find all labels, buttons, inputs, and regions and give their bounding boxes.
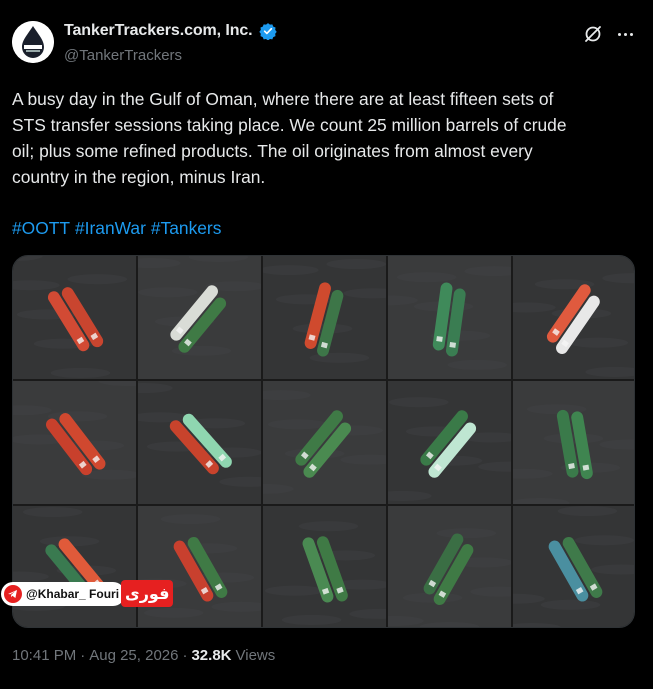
meta-separator: · [80,647,86,664]
satellite-tile [138,256,261,379]
satellite-tile [13,506,136,627]
tweet-text: A busy day in the Gulf of Oman, where th… [12,89,567,187]
author-handle[interactable]: @TankerTrackers [64,47,182,64]
watermark-logo: فوری [121,580,174,607]
verified-badge-icon [258,23,277,40]
hashtag-link[interactable]: #Tankers [151,215,222,241]
grok-icon[interactable] [583,24,603,44]
more-options-icon[interactable] [614,24,636,44]
satellite-tile [513,256,634,379]
tweet-time[interactable]: 10:41 PM [12,647,76,664]
meta-separator: · [182,647,188,664]
watermark-pill: @Khabar_ Fouri [1,581,126,606]
satellite-tile [388,381,511,504]
droplet-logo-icon [12,21,54,63]
satellite-tile [13,381,136,504]
watermark: @Khabar_ Fouri فوری [1,580,174,607]
satellite-tile [263,506,386,627]
author-name-row[interactable]: TankerTrackers.com, Inc. [64,22,277,40]
hashtag-link[interactable]: #OOTT [12,215,70,241]
views-count: 32.8K [191,647,232,664]
satellite-tile [388,256,511,379]
satellite-tile [13,256,136,379]
hashtags: #OOTT #IranWar #Tankers [12,215,221,241]
tweet-meta: 10:41 PM · Aug 25, 2026 · 32.8K Views [12,647,275,664]
satellite-tile [513,506,634,627]
tweet-media-image[interactable] [12,255,635,628]
satellite-tile [138,381,261,504]
satellite-tile [513,381,634,504]
hashtag-link[interactable]: #IranWar [75,215,146,241]
telegram-icon [4,584,22,603]
satellite-tile [138,506,261,627]
satellite-tile [388,506,511,627]
avatar[interactable] [12,21,54,63]
watermark-handle: @Khabar_ Fouri [26,586,120,601]
satellite-image-grid [13,256,634,627]
tweet-date[interactable]: Aug 25, 2026 [89,647,178,664]
display-name[interactable]: TankerTrackers.com, Inc. [64,22,253,40]
tweet: TankerTrackers.com, Inc. @TankerTrackers… [0,0,653,689]
satellite-tile [263,256,386,379]
satellite-tile [263,381,386,504]
views-label: Views [235,647,276,664]
